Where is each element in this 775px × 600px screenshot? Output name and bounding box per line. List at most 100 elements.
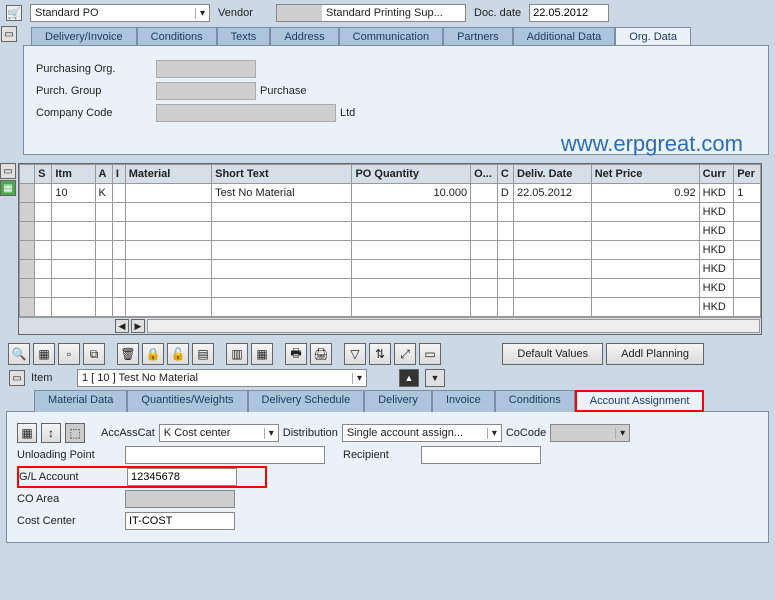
grid-hscroll[interactable]: ◀ ▶ bbox=[19, 317, 761, 334]
accasscat-value: K Cost center bbox=[160, 427, 264, 439]
tab-material-data[interactable]: Material Data bbox=[34, 390, 127, 412]
col-curr[interactable]: Curr bbox=[699, 165, 734, 184]
account-assignment-panel: ▦ ↕ ⬚ AccAssCat K Cost center ▾ Distribu… bbox=[6, 411, 769, 543]
tab-partners[interactable]: Partners bbox=[443, 27, 513, 46]
dropdown-icon[interactable]: ▾ bbox=[487, 428, 501, 439]
col-s[interactable]: S bbox=[35, 165, 52, 184]
scroll-right-icon[interactable]: ▶ bbox=[131, 319, 145, 333]
purch-group-value-mask bbox=[156, 82, 256, 100]
co-area-label: CO Area bbox=[17, 493, 117, 505]
tab-additional-data[interactable]: Additional Data bbox=[513, 27, 616, 46]
col-per[interactable]: Per bbox=[734, 165, 761, 184]
purch-org-label: Purchasing Org. bbox=[36, 63, 156, 75]
tab-quantities-weights[interactable]: Quantities/Weights bbox=[127, 390, 247, 412]
tab-delivery-schedule[interactable]: Delivery Schedule bbox=[248, 390, 365, 412]
expand-icon[interactable]: ⤢ bbox=[394, 343, 416, 365]
delete-icon[interactable]: 🗑 bbox=[117, 343, 139, 365]
item-up-button[interactable]: ▲ bbox=[399, 369, 419, 387]
tab-conditions[interactable]: Conditions bbox=[137, 27, 217, 46]
gl-account-input[interactable] bbox=[127, 468, 237, 486]
col-sel[interactable] bbox=[20, 165, 35, 184]
table-row[interactable]: HKD bbox=[20, 203, 761, 222]
tab-account-assignment[interactable]: Account Assignment bbox=[575, 390, 705, 412]
col-order-unit[interactable]: O... bbox=[471, 165, 498, 184]
unloading-point-input[interactable] bbox=[125, 446, 325, 464]
cost-center-input[interactable] bbox=[125, 512, 235, 530]
table-row[interactable]: HKD bbox=[20, 241, 761, 260]
item-down-button[interactable]: ▼ bbox=[425, 369, 445, 387]
deselect-icon[interactable]: ▫ bbox=[58, 343, 80, 365]
col-a[interactable]: A bbox=[95, 165, 112, 184]
sort-icon[interactable]: ⇅ bbox=[369, 343, 391, 365]
table-row[interactable]: HKD bbox=[20, 298, 761, 317]
aa-sort-icon[interactable]: ↕ bbox=[41, 423, 61, 443]
header-bar: 🛒 Standard PO ▾ Vendor Standard Printing… bbox=[0, 0, 775, 26]
tab-delivery[interactable]: Delivery bbox=[364, 390, 432, 412]
scroll-left-icon[interactable]: ◀ bbox=[115, 319, 129, 333]
item-select-value: 1 [ 10 ] Test No Material bbox=[78, 372, 352, 384]
filter-icon[interactable]: ▽ bbox=[344, 343, 366, 365]
tab-communication[interactable]: Communication bbox=[339, 27, 443, 46]
dist-icon2[interactable]: ▦ bbox=[251, 343, 273, 365]
distribution-dropdown[interactable]: Single account assign... ▾ bbox=[342, 424, 502, 442]
dropdown-icon[interactable]: ▾ bbox=[195, 8, 209, 19]
tab-org-data[interactable]: Org. Data bbox=[615, 27, 691, 46]
details-icon[interactable]: ▤ bbox=[192, 343, 214, 365]
addl-planning-button[interactable]: Addl Planning bbox=[606, 343, 704, 365]
col-itm[interactable]: Itm bbox=[52, 165, 95, 184]
po-type-text: Standard PO bbox=[31, 7, 195, 19]
doc-date-input[interactable] bbox=[529, 4, 609, 22]
select-all-icon[interactable]: ▦ bbox=[0, 180, 16, 196]
col-net-price[interactable]: Net Price bbox=[591, 165, 699, 184]
collapse-item-detail-icon[interactable]: ▭ bbox=[9, 370, 25, 386]
col-material[interactable]: Material bbox=[125, 165, 211, 184]
company-code-label: Company Code bbox=[36, 107, 156, 119]
table-row[interactable]: HKD bbox=[20, 222, 761, 241]
unlock-icon[interactable]: 🔓 bbox=[167, 343, 189, 365]
col-po-quantity[interactable]: PO Quantity bbox=[352, 165, 471, 184]
dropdown-icon[interactable]: ▾ bbox=[615, 428, 629, 439]
cocode-dropdown[interactable]: ▾ bbox=[550, 424, 630, 442]
collapse-items-icon[interactable]: ▭ bbox=[0, 163, 16, 179]
select-all-icon[interactable]: ▦ bbox=[33, 343, 55, 365]
co-area-input[interactable] bbox=[125, 490, 235, 508]
default-values-button[interactable]: Default Values bbox=[502, 343, 603, 365]
col-short-text[interactable]: Short Text bbox=[212, 165, 352, 184]
aa-layout-icon[interactable]: ▦ bbox=[17, 423, 37, 443]
po-type-dropdown[interactable]: Standard PO ▾ bbox=[30, 4, 210, 22]
item-label: Item bbox=[31, 372, 71, 384]
table-row[interactable]: 10 K Test No Material 10.000 D 22.05.201… bbox=[20, 184, 761, 203]
col-i[interactable]: I bbox=[112, 165, 125, 184]
item-detail-tabs: Material Data Quantities/Weights Deliver… bbox=[0, 389, 775, 411]
dropdown-icon[interactable]: ▾ bbox=[352, 373, 366, 384]
print-preview-icon[interactable]: 🖶 bbox=[285, 343, 307, 365]
find-icon[interactable]: 🔍 bbox=[8, 343, 30, 365]
distribution-label: Distribution bbox=[283, 427, 338, 439]
tab-delivery-invoice[interactable]: Delivery/Invoice bbox=[31, 27, 137, 46]
layout-icon[interactable]: ▭ bbox=[419, 343, 441, 365]
table-row[interactable]: HKD bbox=[20, 260, 761, 279]
item-toolbar: 🔍 ▦ ▫ ⧉ 🗑 🔒 🔓 ▤ ▥ ▦ 🖶 🖨 ▽ ⇅ ⤢ ▭ Default … bbox=[8, 343, 767, 365]
tab-invoice[interactable]: Invoice bbox=[432, 390, 495, 412]
dist-icon1[interactable]: ▥ bbox=[226, 343, 248, 365]
dropdown-icon[interactable]: ▾ bbox=[264, 428, 278, 439]
tab-texts[interactable]: Texts bbox=[217, 27, 271, 46]
table-row[interactable]: HKD bbox=[20, 279, 761, 298]
vendor-dropdown[interactable]: Standard Printing Sup... bbox=[276, 4, 466, 22]
company-code-text: Ltd bbox=[340, 107, 355, 119]
collapse-header-icon[interactable]: ▭ bbox=[1, 26, 17, 42]
print-icon[interactable]: 🖨 bbox=[310, 343, 332, 365]
lock-icon[interactable]: 🔒 bbox=[142, 343, 164, 365]
distribution-value: Single account assign... bbox=[343, 427, 487, 439]
copy-icon[interactable]: ⧉ bbox=[83, 343, 105, 365]
tab-item-conditions[interactable]: Conditions bbox=[495, 390, 575, 412]
col-c[interactable]: C bbox=[497, 165, 513, 184]
accasscat-dropdown[interactable]: K Cost center ▾ bbox=[159, 424, 279, 442]
cart-icon[interactable]: 🛒 bbox=[6, 5, 22, 21]
company-code-value-mask bbox=[156, 104, 336, 122]
item-select-dropdown[interactable]: 1 [ 10 ] Test No Material ▾ bbox=[77, 369, 367, 387]
col-deliv-date[interactable]: Deliv. Date bbox=[514, 165, 592, 184]
gl-account-label: G/L Account bbox=[19, 471, 119, 483]
tab-address[interactable]: Address bbox=[270, 27, 338, 46]
recipient-input[interactable] bbox=[421, 446, 541, 464]
